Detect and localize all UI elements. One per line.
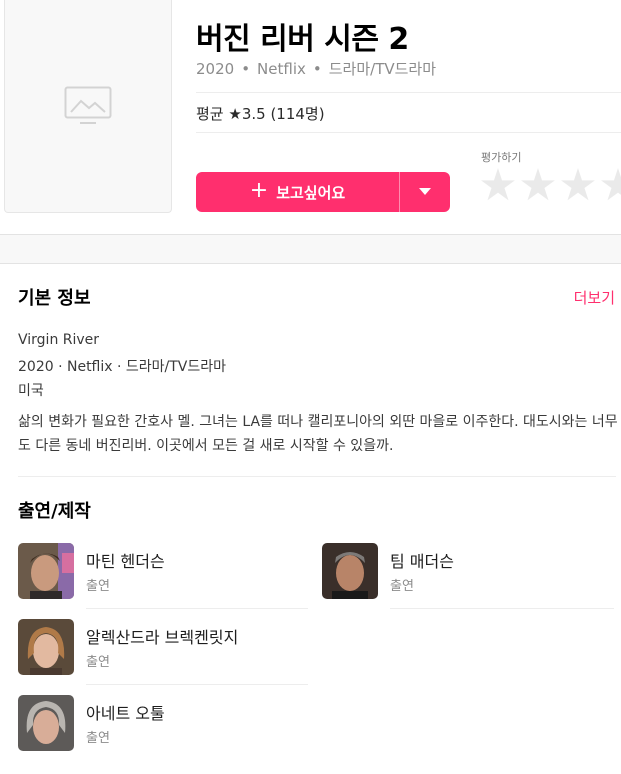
meta-year: 2020 [196, 60, 235, 78]
meta-separator: • [241, 60, 251, 78]
cast-role: 출연 [86, 655, 110, 670]
meta-genre: 드라마/TV드라마 [328, 60, 437, 78]
rate-label: 평가하기 [481, 151, 522, 164]
cast-role: 출연 [86, 731, 110, 746]
wishlist-button-group: + 보고싶어요 [196, 172, 450, 212]
original-title: Virgin River [18, 332, 100, 348]
cast-name: 아네트 오툴 [86, 704, 165, 723]
divider [18, 476, 616, 477]
plus-icon: + [249, 178, 269, 203]
cast-heading: 출연/제작 [18, 501, 91, 522]
cast-item[interactable]: 팀 매더슨 출연 [322, 543, 614, 609]
image-placeholder-icon [64, 86, 112, 124]
cast-item[interactable]: 마틴 헨더슨 출연 [18, 543, 308, 609]
want-to-watch-button[interactable]: + 보고싶어요 [196, 172, 399, 212]
want-to-watch-label: 보고싶어요 [276, 183, 346, 202]
cast-role: 출연 [86, 579, 110, 594]
star-icon[interactable]: ★ [598, 166, 621, 208]
meta-platform: Netflix [257, 60, 306, 78]
caret-down-icon [419, 188, 431, 195]
country: 미국 [18, 383, 44, 399]
cast-name: 팀 매더슨 [390, 552, 454, 571]
page-title: 버진 리버 시즌 2 [196, 22, 409, 57]
poster-placeholder [4, 0, 172, 213]
star-rating-input[interactable]: ★ ★ ★ ★ ★ [478, 166, 621, 210]
divider [196, 132, 621, 133]
more-link[interactable]: 더보기 [574, 287, 615, 308]
synopsis: 삶의 변화가 필요한 간호사 멜. 그녀는 LA를 떠나 캘리포니아의 외딴 마… [18, 414, 618, 454]
section-gap [0, 234, 621, 264]
divider [86, 608, 308, 609]
cast-name: 알렉산드라 브렉켄릿지 [86, 628, 239, 647]
cast-item[interactable]: 알렉산드라 브렉켄릿지 출연 [18, 619, 308, 685]
content-header: 버진 리버 시즌 2 2020 • Netflix • 드라마/TV드라마 평균 ★3.… [0, 0, 621, 234]
cast-item[interactable]: 아네트 오툴 출연 [18, 695, 308, 755]
avatar [18, 695, 74, 751]
avatar [18, 619, 74, 675]
star-icon[interactable]: ★ [558, 166, 598, 208]
info-summary: 2020 · Netflix · 드라마/TV드라마 [18, 359, 227, 375]
divider [86, 684, 308, 685]
basic-info-heading: 기본 정보 [18, 288, 91, 309]
divider [196, 92, 621, 93]
meta-separator: • [312, 60, 322, 78]
avatar [18, 543, 74, 599]
avatar [322, 543, 378, 599]
star-icon[interactable]: ★ [518, 166, 558, 208]
average-rating: 평균 ★3.5 (114명) [196, 105, 325, 123]
content-meta: 2020 • Netflix • 드라마/TV드라마 [196, 58, 436, 79]
wishlist-dropdown-button[interactable] [400, 172, 450, 212]
star-icon[interactable]: ★ [478, 166, 518, 208]
divider [390, 608, 614, 609]
cast-role: 출연 [390, 579, 414, 594]
cast-name: 마틴 헨더슨 [86, 552, 165, 571]
